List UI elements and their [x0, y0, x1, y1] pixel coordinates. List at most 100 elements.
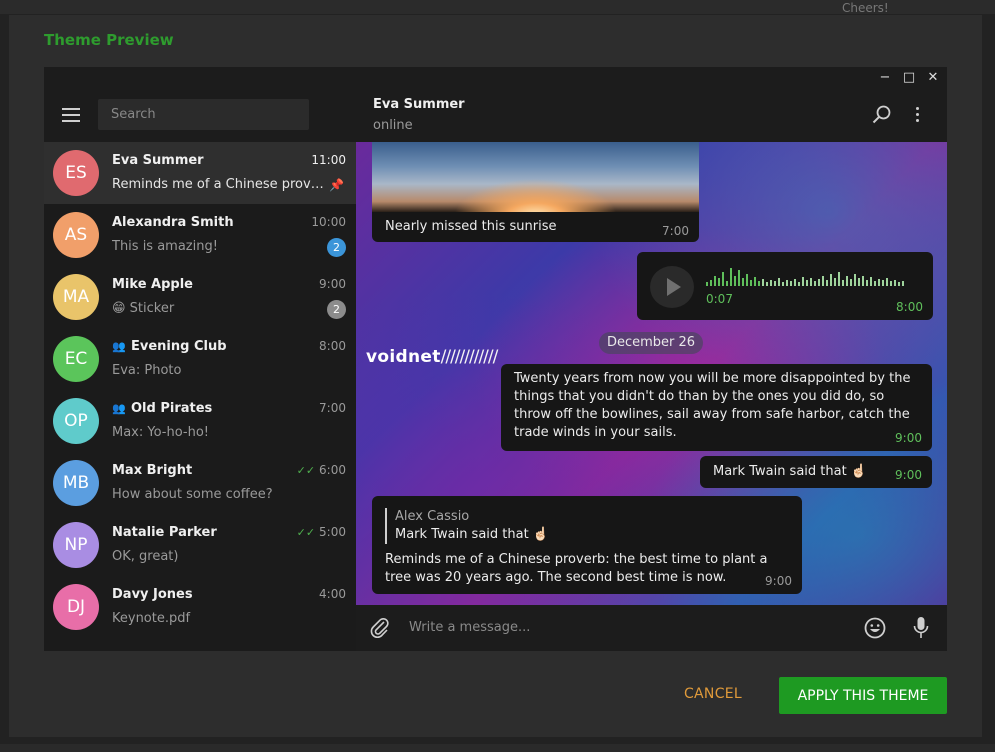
reply-author: Alex Cassio [395, 509, 470, 524]
chat-preview: This is amazing! [112, 239, 218, 254]
chat-time: ✓✓ 6:00 [296, 463, 346, 477]
waveform-bar [766, 282, 768, 286]
chat-status: online [373, 118, 413, 133]
waveform-bar [746, 274, 748, 286]
waveform-bar [762, 279, 764, 286]
search-input[interactable]: Search [98, 99, 309, 130]
chat-time: 7:00 [319, 401, 346, 415]
photo-message[interactable]: Nearly missed this sunrise 7:00 [372, 142, 699, 242]
attach-icon[interactable] [370, 617, 390, 639]
maximize-icon[interactable]: □ [899, 70, 919, 86]
chat-list-item[interactable]: NP Natalie Parker ✓✓ 5:00 OK, great) [44, 514, 356, 576]
chat-list-item[interactable]: OP 👥 Old Pirates 7:00 Max: Yo-ho-ho! [44, 390, 356, 452]
theme-preview-dialog: Theme Preview Search ES Eva Summer 11:00 Re… [9, 15, 982, 737]
waveform-bar [742, 278, 744, 286]
date-divider: December 26 [599, 332, 703, 354]
waveform-bar [850, 279, 852, 286]
message-text: Mark Twain said that ☝🏻 [713, 464, 868, 479]
theme-preview-window: Search ES Eva Summer 11:00 Reminds me of a … [44, 67, 947, 651]
chat-list-item[interactable]: AS Alexandra Smith 10:00 This is amazing! 2 [44, 204, 356, 266]
avatar: OP [53, 398, 99, 444]
background-peek-text: Cheers! [842, 1, 889, 15]
waveform-bar [750, 280, 752, 286]
chat-name: Alexandra Smith [112, 215, 234, 230]
chat-name: Davy Jones [112, 587, 193, 602]
chat-list-item[interactable]: DJ Davy Jones 4:00 Keynote.pdf [44, 576, 356, 638]
chat-preview: Max: Yo-ho-ho! [112, 425, 210, 440]
waveform-bar [846, 276, 848, 286]
chat-preview: Reminds me of a Chinese proverb: the bes… [112, 177, 324, 192]
waveform-bar [810, 278, 812, 286]
dialog-title: Theme Preview [44, 31, 174, 49]
voice-message[interactable]: 0:07 8:00 [637, 252, 933, 320]
waveform-bar [862, 276, 864, 286]
waveform-bar [822, 276, 824, 286]
avatar: ES [53, 150, 99, 196]
message-text: Reminds me of a Chinese proverb: the bes… [385, 552, 768, 585]
message-time: 9:00 [895, 431, 922, 445]
waveform-bar [774, 281, 776, 286]
chat-preview: Eva: Photo [112, 363, 182, 378]
chat-name: Eva Summer [112, 153, 204, 168]
menu-icon[interactable] [62, 108, 80, 122]
chat-preview: Keynote.pdf [112, 611, 191, 626]
outgoing-message[interactable]: Mark Twain said that ☝🏻 9:00 [700, 456, 932, 488]
group-icon: 👥 [112, 402, 126, 415]
message-input[interactable]: Write a message... [409, 620, 530, 635]
message-time: 9:00 [895, 468, 922, 482]
cancel-button[interactable]: CANCEL [673, 675, 753, 713]
sidebar: Search ES Eva Summer 11:00 Reminds me of a … [44, 67, 356, 651]
waveform-bar [786, 280, 788, 286]
chat-list-item[interactable]: EC 👥 Evening Club 8:00 Eva: Photo [44, 328, 356, 390]
reply-quote[interactable]: Alex Cassio Mark Twain said that ☝🏻 [385, 508, 549, 544]
chat-name: Max Bright [112, 463, 193, 478]
close-icon[interactable]: ✕ [923, 70, 943, 86]
waveform-bar [826, 280, 828, 286]
more-icon[interactable] [916, 107, 920, 125]
waveform-bar [866, 280, 868, 286]
chat-time: ✓✓ 5:00 [296, 525, 346, 539]
avatar: MB [53, 460, 99, 506]
emoji-icon[interactable] [864, 617, 886, 639]
search-icon[interactable] [872, 105, 892, 125]
waveform-bar [758, 281, 760, 286]
chat-time: 8:00 [319, 339, 346, 353]
play-button[interactable] [650, 266, 694, 308]
waveform-bar [718, 278, 720, 286]
chat-area: Eva Summer online voidnet//////////// Ne… [356, 67, 947, 651]
waveform-bar [870, 277, 872, 286]
avatar: NP [53, 522, 99, 568]
waveform-bar [798, 282, 800, 286]
chat-preview: 😁 Sticker [112, 301, 175, 316]
play-icon [667, 278, 681, 296]
apply-theme-button[interactable]: APPLY THIS THEME [779, 677, 947, 714]
outgoing-message[interactable]: Twenty years from now you will be more d… [501, 364, 932, 451]
waveform-bar [890, 281, 892, 286]
waveform-bar [858, 278, 860, 286]
chat-time: 9:00 [319, 277, 346, 291]
chat-name: Mike Apple [112, 277, 193, 292]
waveform-bar [738, 270, 740, 286]
waveform-bar [714, 276, 716, 286]
waveform-bar [854, 274, 856, 286]
voice-waveform[interactable] [706, 266, 906, 286]
avatar: AS [53, 212, 99, 258]
chat-title[interactable]: Eva Summer [373, 97, 465, 112]
wallpaper-watermark: voidnet//////////// [366, 347, 498, 367]
waveform-bar [806, 280, 808, 286]
waveform-bar [722, 272, 724, 286]
chat-list-item[interactable]: ES Eva Summer 11:00 Reminds me of a Chinese… [44, 142, 356, 204]
minimize-icon[interactable]: − [875, 70, 895, 86]
waveform-bar [790, 281, 792, 286]
message-time: 8:00 [896, 300, 923, 314]
chat-header: Eva Summer online [356, 67, 947, 142]
chat-list-item[interactable]: MA Mike Apple 9:00 😁 Sticker 2 [44, 266, 356, 328]
chat-preview: How about some coffee? [112, 487, 273, 502]
sunrise-photo[interactable] [372, 142, 699, 212]
chat-list-item[interactable]: MB Max Bright ✓✓ 6:00 How about some coffee? [44, 452, 356, 514]
microphone-icon[interactable] [913, 616, 929, 640]
incoming-message[interactable]: Alex Cassio Mark Twain said that ☝🏻 Remi… [372, 496, 802, 594]
waveform-bar [878, 279, 880, 286]
voice-duration: 0:07 [706, 292, 733, 306]
waveform-bar [818, 279, 820, 286]
